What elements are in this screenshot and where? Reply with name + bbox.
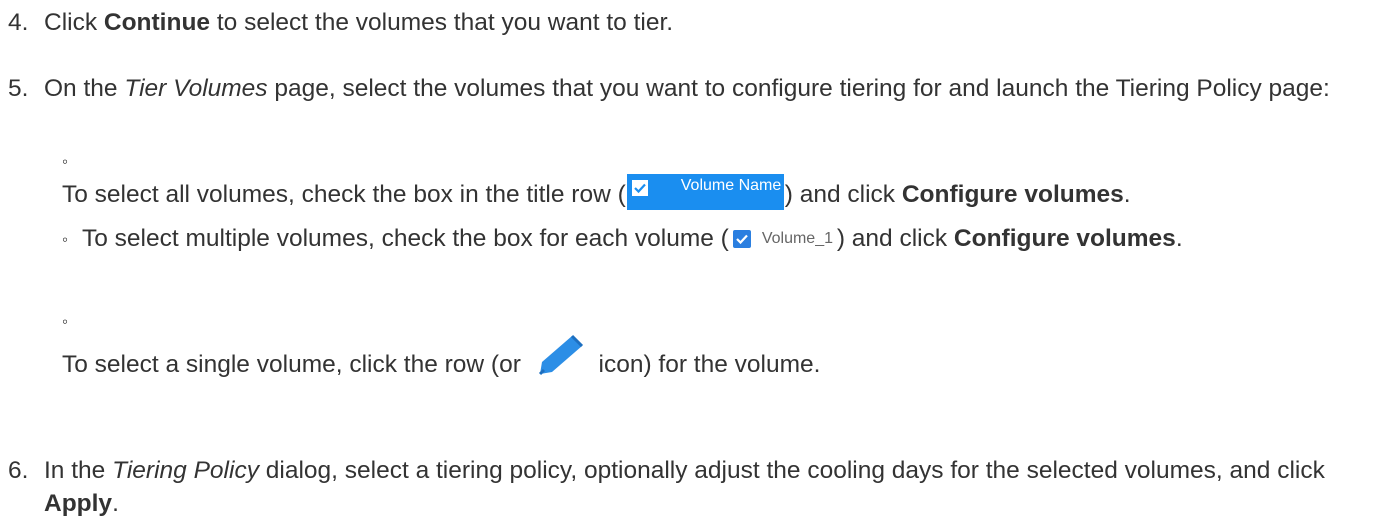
step-number: 5. <box>8 75 29 102</box>
step-text: Click Continue to select the volumes tha… <box>44 9 674 36</box>
volume-name-header-chip: Volume Name <box>626 174 784 210</box>
document: 4. Click Continue to select the volumes … <box>0 0 1385 525</box>
continue-label: Continue <box>103 9 211 36</box>
step-text: In the Tiering Policy dialog, select a t… <box>44 457 1325 517</box>
step-text: On the Tier Volumes page, select the vol… <box>44 75 1330 102</box>
sub-text: To select multiple volumes, check the bo… <box>82 225 1183 252</box>
row-chip-label: Volume_1 <box>761 230 833 247</box>
tier-volumes-label: Tier Volumes <box>124 75 268 102</box>
sub-item-select-all: ◦ To select all volumes, check the box i… <box>62 152 1372 211</box>
step-number: 6. <box>8 457 29 484</box>
apply-label: Apply <box>44 490 113 517</box>
step-4: 4. Click Continue to select the volumes … <box>8 6 1378 39</box>
sub-text: To select a single volume, click the row… <box>62 312 1372 381</box>
step-6: 6. In the Tiering Policy dialog, select … <box>8 454 1378 520</box>
tiering-policy-label: Tiering Policy <box>112 457 259 484</box>
checkbox-checked-icon <box>732 230 751 248</box>
pencil-edit-icon <box>532 332 588 376</box>
header-chip-label: Volume Name <box>680 177 782 194</box>
sub-item-select-single: ◦ To select a single volume, click the r… <box>62 312 1372 381</box>
configure-volumes-label: Configure volumes <box>953 225 1176 252</box>
bullet: ◦ <box>62 312 69 331</box>
step-number: 4. <box>8 9 29 36</box>
checkbox-checked-icon <box>630 179 649 197</box>
sub-item-select-multiple: ◦ To select multiple volumes, check the … <box>62 222 1372 255</box>
step-5: 5. On the Tier Volumes page, select the … <box>8 72 1378 105</box>
configure-volumes-label: Configure volumes <box>901 181 1124 208</box>
bullet: ◦ <box>62 152 69 171</box>
bullet: ◦ <box>62 230 69 249</box>
volume-row-chip: Volume_1 <box>730 227 836 251</box>
sub-text: To select all volumes, check the box in … <box>62 152 1372 211</box>
